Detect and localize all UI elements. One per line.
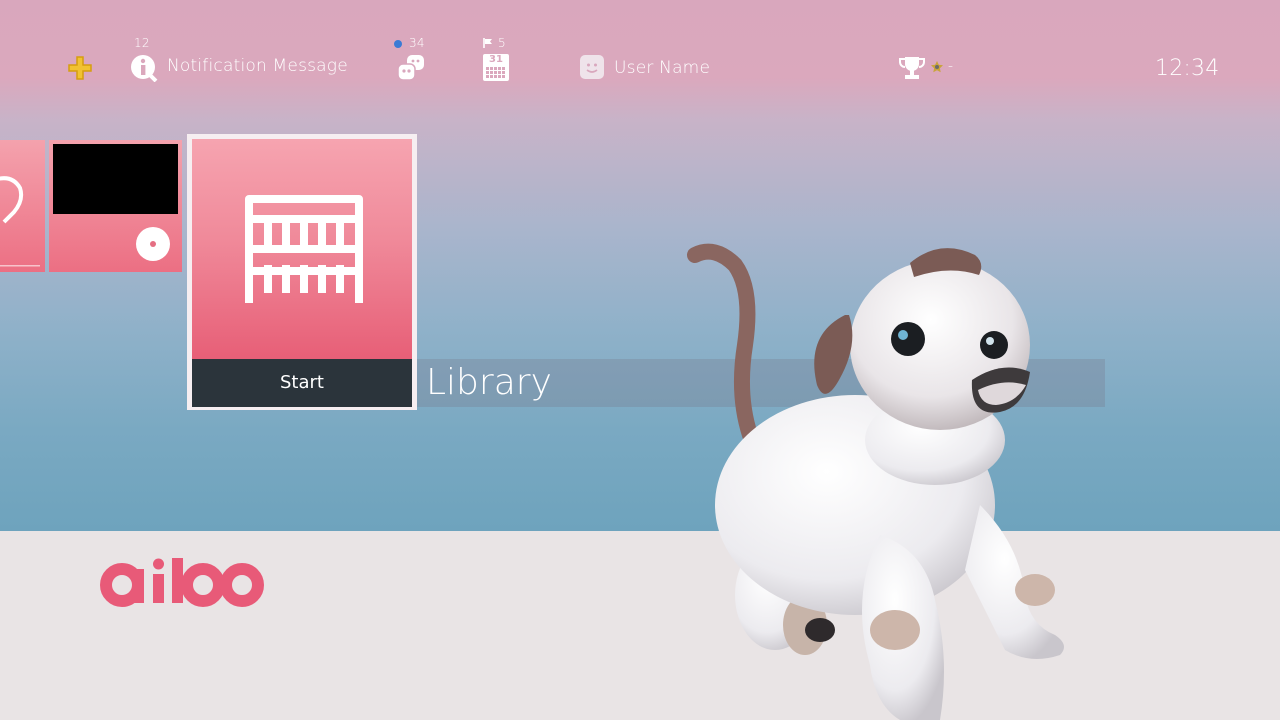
content-tile-disc[interactable] bbox=[49, 140, 182, 272]
clock: 12:34 bbox=[1155, 56, 1220, 81]
friends-online-count: 34 bbox=[409, 36, 425, 50]
online-status-dot bbox=[394, 40, 402, 48]
trophy-level-text: - bbox=[948, 58, 954, 74]
start-button[interactable]: Start bbox=[192, 359, 412, 407]
event-flag-icon bbox=[483, 38, 492, 48]
calendar-icon[interactable]: 31 bbox=[483, 54, 509, 81]
calendar-grid-icon bbox=[486, 67, 505, 78]
user-name[interactable]: User Name bbox=[614, 58, 710, 78]
function-bar: 12 Notification Message 34 5 31 User Nam… bbox=[0, 0, 1280, 100]
friends-icon[interactable] bbox=[396, 54, 426, 82]
selected-tile-title: Library bbox=[426, 362, 552, 403]
aibo-logo bbox=[100, 558, 264, 607]
controller-icon bbox=[0, 176, 40, 267]
info-icon[interactable] bbox=[130, 54, 158, 82]
trophy-icon[interactable] bbox=[899, 55, 925, 81]
calendar-day: 31 bbox=[489, 54, 503, 65]
library-shelf-icon bbox=[245, 195, 363, 303]
playstation-plus-icon[interactable] bbox=[66, 55, 94, 81]
disc-thumbnail bbox=[53, 144, 178, 214]
content-tile-library[interactable]: Start bbox=[187, 134, 417, 410]
library-tile-art bbox=[192, 139, 412, 359]
events-count: 5 bbox=[498, 36, 506, 50]
aibo-robot-dog-image bbox=[687, 243, 1064, 720]
disc-icon bbox=[136, 227, 170, 261]
notification-count: 12 bbox=[134, 36, 150, 50]
trophy-level-icon bbox=[931, 61, 943, 73]
avatar-icon[interactable] bbox=[580, 55, 604, 79]
content-tile-previous[interactable] bbox=[0, 140, 45, 272]
notification-message[interactable]: Notification Message bbox=[167, 56, 348, 76]
